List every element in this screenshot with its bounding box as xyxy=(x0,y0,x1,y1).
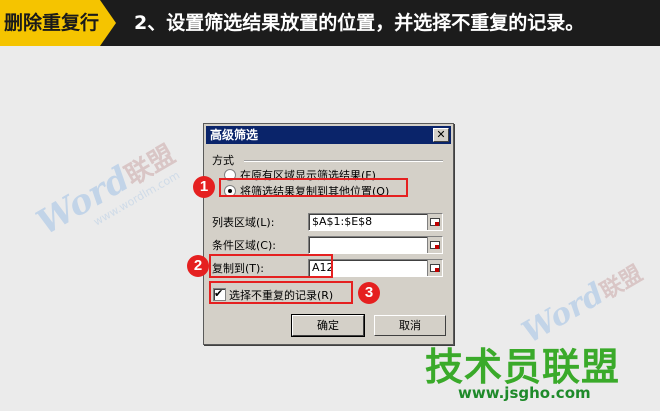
highlight-copy-to xyxy=(209,254,333,278)
step-2-marker: 2 xyxy=(187,255,209,277)
list-range-value: $A$1:$E$8 xyxy=(312,215,373,228)
criteria-range-field[interactable] xyxy=(308,236,443,254)
watermark-url: www.wordlm.com xyxy=(91,168,183,229)
brand-logo: 技术员联盟 xyxy=(425,345,621,389)
list-range-field[interactable]: $A$1:$E$8 xyxy=(308,213,443,231)
highlight-copy-option xyxy=(219,178,408,197)
group-divider xyxy=(244,160,443,162)
collapse-dialog-icon[interactable] xyxy=(427,237,442,253)
cancel-button[interactable]: 取消 xyxy=(374,315,446,336)
close-icon: ✕ xyxy=(436,128,446,141)
advanced-filter-dialog: 高级筛选 ✕ 方式 在原有区域显示筛选结果(F) 将筛选结果复制到其他位置(O)… xyxy=(203,123,454,345)
step-title: 2、设置筛选结果放置的位置，并选择不重复的记录。 xyxy=(134,12,585,34)
watermark-suffix: 联盟 xyxy=(596,261,648,305)
watermark-left: Word联盟 xyxy=(30,133,181,244)
watermark-word: Word xyxy=(30,158,137,244)
watermark-suffix: 联盟 xyxy=(120,139,181,192)
ok-button[interactable]: 确定 xyxy=(291,314,365,337)
criteria-range-label: 条件区域(C): xyxy=(212,239,276,252)
header-banner: 删除重复行 2、设置筛选结果放置的位置，并选择不重复的记录。 xyxy=(0,0,660,46)
step-3-marker: 3 xyxy=(358,282,380,304)
collapse-dialog-icon[interactable] xyxy=(427,260,442,276)
collapse-dialog-icon[interactable] xyxy=(427,214,442,230)
brand-url: www.jsgho.com xyxy=(458,384,591,402)
step-1-marker: 1 xyxy=(193,176,215,198)
highlight-unique-records xyxy=(209,281,353,304)
dialog-title: 高级筛选 xyxy=(210,128,259,142)
list-range-label: 列表区域(L): xyxy=(212,216,275,229)
section-tag: 删除重复行 xyxy=(0,0,116,46)
dialog-titlebar[interactable]: 高级筛选 ✕ xyxy=(206,126,451,144)
close-button[interactable]: ✕ xyxy=(433,128,449,142)
method-group-label: 方式 xyxy=(212,154,234,167)
